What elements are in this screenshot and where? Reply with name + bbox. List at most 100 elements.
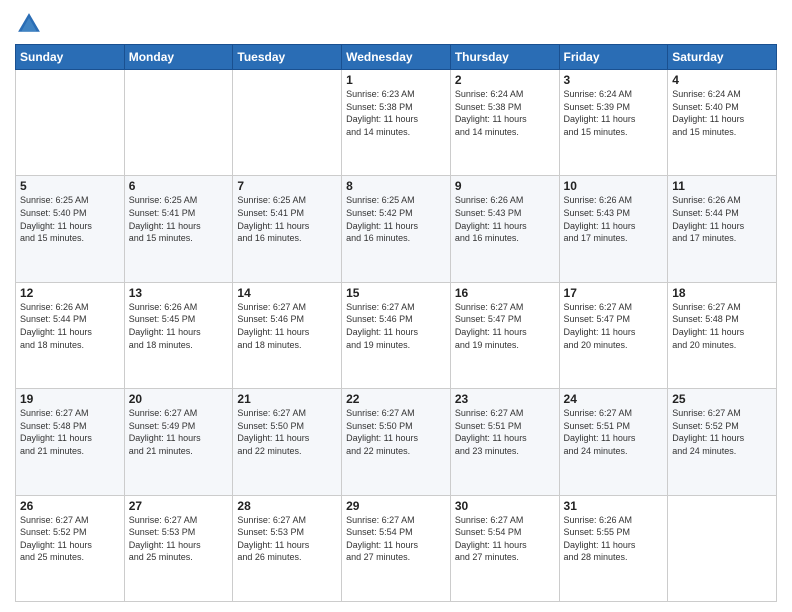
calendar-cell: 8Sunrise: 6:25 AMSunset: 5:42 PMDaylight… (342, 176, 451, 282)
calendar-cell: 24Sunrise: 6:27 AMSunset: 5:51 PMDayligh… (559, 389, 668, 495)
day-number: 19 (20, 392, 120, 406)
day-info: Sunrise: 6:26 AMSunset: 5:43 PMDaylight:… (455, 194, 555, 244)
day-number: 9 (455, 179, 555, 193)
weekday-header-row: SundayMondayTuesdayWednesdayThursdayFrid… (16, 45, 777, 70)
day-info: Sunrise: 6:24 AMSunset: 5:40 PMDaylight:… (672, 88, 772, 138)
day-info: Sunrise: 6:27 AMSunset: 5:51 PMDaylight:… (455, 407, 555, 457)
calendar-cell: 23Sunrise: 6:27 AMSunset: 5:51 PMDayligh… (450, 389, 559, 495)
weekday-header-sunday: Sunday (16, 45, 125, 70)
day-number: 28 (237, 499, 337, 513)
day-info: Sunrise: 6:27 AMSunset: 5:49 PMDaylight:… (129, 407, 229, 457)
day-info: Sunrise: 6:25 AMSunset: 5:41 PMDaylight:… (129, 194, 229, 244)
calendar-cell: 5Sunrise: 6:25 AMSunset: 5:40 PMDaylight… (16, 176, 125, 282)
calendar-cell: 21Sunrise: 6:27 AMSunset: 5:50 PMDayligh… (233, 389, 342, 495)
day-info: Sunrise: 6:25 AMSunset: 5:41 PMDaylight:… (237, 194, 337, 244)
calendar-cell: 15Sunrise: 6:27 AMSunset: 5:46 PMDayligh… (342, 282, 451, 388)
day-info: Sunrise: 6:25 AMSunset: 5:42 PMDaylight:… (346, 194, 446, 244)
day-number: 1 (346, 73, 446, 87)
day-info: Sunrise: 6:27 AMSunset: 5:52 PMDaylight:… (20, 514, 120, 564)
calendar-cell: 28Sunrise: 6:27 AMSunset: 5:53 PMDayligh… (233, 495, 342, 601)
day-number: 30 (455, 499, 555, 513)
day-info: Sunrise: 6:24 AMSunset: 5:39 PMDaylight:… (564, 88, 664, 138)
calendar-cell: 4Sunrise: 6:24 AMSunset: 5:40 PMDaylight… (668, 70, 777, 176)
calendar-cell: 18Sunrise: 6:27 AMSunset: 5:48 PMDayligh… (668, 282, 777, 388)
day-number: 2 (455, 73, 555, 87)
day-number: 6 (129, 179, 229, 193)
weekday-header-monday: Monday (124, 45, 233, 70)
header (15, 10, 777, 38)
day-info: Sunrise: 6:27 AMSunset: 5:51 PMDaylight:… (564, 407, 664, 457)
day-info: Sunrise: 6:25 AMSunset: 5:40 PMDaylight:… (20, 194, 120, 244)
day-info: Sunrise: 6:26 AMSunset: 5:43 PMDaylight:… (564, 194, 664, 244)
calendar-cell: 7Sunrise: 6:25 AMSunset: 5:41 PMDaylight… (233, 176, 342, 282)
calendar-cell: 10Sunrise: 6:26 AMSunset: 5:43 PMDayligh… (559, 176, 668, 282)
calendar-cell: 6Sunrise: 6:25 AMSunset: 5:41 PMDaylight… (124, 176, 233, 282)
day-number: 22 (346, 392, 446, 406)
day-info: Sunrise: 6:27 AMSunset: 5:54 PMDaylight:… (455, 514, 555, 564)
day-number: 14 (237, 286, 337, 300)
calendar-cell (233, 70, 342, 176)
day-info: Sunrise: 6:27 AMSunset: 5:50 PMDaylight:… (346, 407, 446, 457)
calendar-cell: 16Sunrise: 6:27 AMSunset: 5:47 PMDayligh… (450, 282, 559, 388)
calendar-cell: 11Sunrise: 6:26 AMSunset: 5:44 PMDayligh… (668, 176, 777, 282)
day-number: 4 (672, 73, 772, 87)
day-number: 29 (346, 499, 446, 513)
day-number: 31 (564, 499, 664, 513)
calendar-cell: 1Sunrise: 6:23 AMSunset: 5:38 PMDaylight… (342, 70, 451, 176)
calendar-cell: 26Sunrise: 6:27 AMSunset: 5:52 PMDayligh… (16, 495, 125, 601)
calendar-cell (668, 495, 777, 601)
calendar-cell: 27Sunrise: 6:27 AMSunset: 5:53 PMDayligh… (124, 495, 233, 601)
day-number: 24 (564, 392, 664, 406)
day-info: Sunrise: 6:27 AMSunset: 5:48 PMDaylight:… (20, 407, 120, 457)
day-number: 16 (455, 286, 555, 300)
calendar-cell: 25Sunrise: 6:27 AMSunset: 5:52 PMDayligh… (668, 389, 777, 495)
day-info: Sunrise: 6:27 AMSunset: 5:53 PMDaylight:… (237, 514, 337, 564)
calendar-cell (124, 70, 233, 176)
day-number: 13 (129, 286, 229, 300)
day-number: 5 (20, 179, 120, 193)
week-row-3: 12Sunrise: 6:26 AMSunset: 5:44 PMDayligh… (16, 282, 777, 388)
day-number: 20 (129, 392, 229, 406)
calendar-cell: 30Sunrise: 6:27 AMSunset: 5:54 PMDayligh… (450, 495, 559, 601)
day-info: Sunrise: 6:27 AMSunset: 5:46 PMDaylight:… (346, 301, 446, 351)
day-number: 18 (672, 286, 772, 300)
calendar-cell: 12Sunrise: 6:26 AMSunset: 5:44 PMDayligh… (16, 282, 125, 388)
day-number: 21 (237, 392, 337, 406)
calendar-cell (16, 70, 125, 176)
day-info: Sunrise: 6:27 AMSunset: 5:48 PMDaylight:… (672, 301, 772, 351)
calendar-table: SundayMondayTuesdayWednesdayThursdayFrid… (15, 44, 777, 602)
day-number: 11 (672, 179, 772, 193)
day-number: 17 (564, 286, 664, 300)
day-info: Sunrise: 6:23 AMSunset: 5:38 PMDaylight:… (346, 88, 446, 138)
day-number: 25 (672, 392, 772, 406)
day-info: Sunrise: 6:24 AMSunset: 5:38 PMDaylight:… (455, 88, 555, 138)
day-number: 15 (346, 286, 446, 300)
calendar-cell: 9Sunrise: 6:26 AMSunset: 5:43 PMDaylight… (450, 176, 559, 282)
day-info: Sunrise: 6:26 AMSunset: 5:44 PMDaylight:… (20, 301, 120, 351)
calendar-cell: 14Sunrise: 6:27 AMSunset: 5:46 PMDayligh… (233, 282, 342, 388)
day-info: Sunrise: 6:26 AMSunset: 5:45 PMDaylight:… (129, 301, 229, 351)
day-info: Sunrise: 6:26 AMSunset: 5:55 PMDaylight:… (564, 514, 664, 564)
day-info: Sunrise: 6:27 AMSunset: 5:53 PMDaylight:… (129, 514, 229, 564)
day-number: 23 (455, 392, 555, 406)
weekday-header-wednesday: Wednesday (342, 45, 451, 70)
day-number: 7 (237, 179, 337, 193)
day-info: Sunrise: 6:27 AMSunset: 5:50 PMDaylight:… (237, 407, 337, 457)
calendar-cell: 3Sunrise: 6:24 AMSunset: 5:39 PMDaylight… (559, 70, 668, 176)
logo (15, 10, 47, 38)
week-row-2: 5Sunrise: 6:25 AMSunset: 5:40 PMDaylight… (16, 176, 777, 282)
page: SundayMondayTuesdayWednesdayThursdayFrid… (0, 0, 792, 612)
day-info: Sunrise: 6:27 AMSunset: 5:47 PMDaylight:… (455, 301, 555, 351)
week-row-5: 26Sunrise: 6:27 AMSunset: 5:52 PMDayligh… (16, 495, 777, 601)
day-number: 27 (129, 499, 229, 513)
week-row-4: 19Sunrise: 6:27 AMSunset: 5:48 PMDayligh… (16, 389, 777, 495)
logo-icon (15, 10, 43, 38)
calendar-cell: 31Sunrise: 6:26 AMSunset: 5:55 PMDayligh… (559, 495, 668, 601)
calendar-cell: 13Sunrise: 6:26 AMSunset: 5:45 PMDayligh… (124, 282, 233, 388)
day-info: Sunrise: 6:26 AMSunset: 5:44 PMDaylight:… (672, 194, 772, 244)
weekday-header-saturday: Saturday (668, 45, 777, 70)
day-number: 3 (564, 73, 664, 87)
calendar-cell: 29Sunrise: 6:27 AMSunset: 5:54 PMDayligh… (342, 495, 451, 601)
weekday-header-tuesday: Tuesday (233, 45, 342, 70)
day-number: 12 (20, 286, 120, 300)
